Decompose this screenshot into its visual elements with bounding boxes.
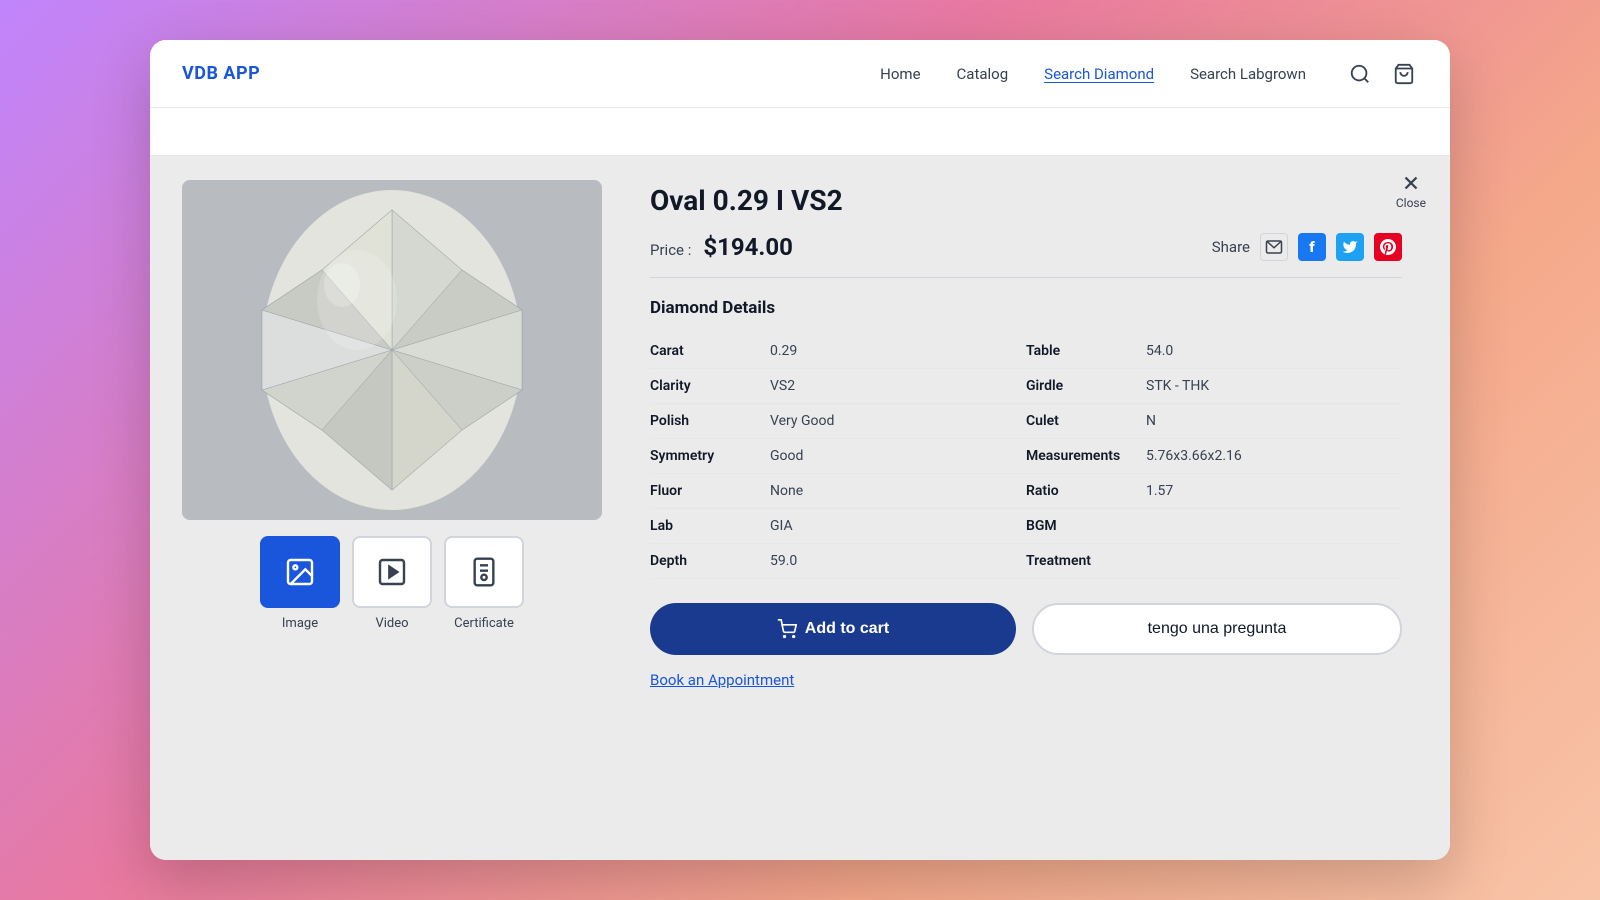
close-label: Close <box>1396 196 1426 210</box>
detail-symmetry: Symmetry Good <box>650 439 1026 474</box>
share-twitter-icon[interactable] <box>1336 233 1364 261</box>
detail-ratio-value: 1.57 <box>1146 483 1173 499</box>
tab-certificate[interactable]: Certificate <box>444 536 524 631</box>
detail-depth-label: Depth <box>650 553 770 569</box>
detail-fluor-value: None <box>770 483 803 499</box>
left-panel: Image Video <box>182 180 602 836</box>
nav-search-diamond[interactable]: Search Diamond <box>1044 65 1154 83</box>
detail-girdle: Girdle STK - THK <box>1026 369 1402 404</box>
detail-symmetry-label: Symmetry <box>650 448 770 464</box>
tab-certificate-btn[interactable] <box>444 536 524 608</box>
detail-polish: Polish Very Good <box>650 404 1026 439</box>
share-label: Share <box>1212 238 1250 256</box>
detail-measurements: Measurements 5.76x3.66x2.16 <box>1026 439 1402 474</box>
sub-header <box>150 108 1450 156</box>
tab-image-btn[interactable] <box>260 536 340 608</box>
detail-fluor: Fluor None <box>650 474 1026 509</box>
nav-home[interactable]: Home <box>880 65 920 83</box>
search-icon[interactable] <box>1346 60 1374 88</box>
product-content: Image Video <box>150 156 1450 860</box>
detail-polish-label: Polish <box>650 413 770 429</box>
share-facebook-icon[interactable]: f <box>1298 233 1326 261</box>
diamond-details-section: Diamond Details Carat 0.29 Clarity VS2 <box>650 298 1402 579</box>
price-value: $194.00 <box>703 233 793 261</box>
detail-girdle-value: STK - THK <box>1146 378 1209 394</box>
detail-girdle-label: Girdle <box>1026 378 1146 394</box>
detail-ratio-label: Ratio <box>1026 483 1146 499</box>
detail-table-value: 54.0 <box>1146 343 1173 359</box>
tab-video[interactable]: Video <box>352 536 432 631</box>
tab-video-label: Video <box>375 616 408 631</box>
detail-measurements-label: Measurements <box>1026 448 1146 464</box>
share-area: Share f <box>1212 233 1402 261</box>
detail-culet-value: N <box>1146 413 1156 429</box>
diamond-image-svg <box>182 180 602 520</box>
diamond-title: Oval 0.29 I VS2 <box>650 184 1402 217</box>
detail-treatment-label: Treatment <box>1026 553 1146 569</box>
detail-lab-value: GIA <box>770 518 793 534</box>
detail-culet-label: Culet <box>1026 413 1146 429</box>
appointment-link[interactable]: Book an Appointment <box>650 671 794 689</box>
detail-measurements-value: 5.76x3.66x2.16 <box>1146 448 1242 464</box>
share-email-icon[interactable] <box>1260 233 1288 261</box>
detail-clarity-label: Clarity <box>650 378 770 394</box>
detail-table-label: Table <box>1026 343 1146 359</box>
price-share-row: Price : $194.00 Share f <box>650 233 1402 278</box>
detail-treatment: Treatment <box>1026 544 1402 579</box>
detail-depth-value: 59.0 <box>770 553 797 569</box>
navigation: Home Catalog Search Diamond Search Labgr… <box>880 65 1306 83</box>
add-to-cart-button[interactable]: Add to cart <box>650 603 1016 655</box>
detail-carat-value: 0.29 <box>770 343 797 359</box>
details-grid: Carat 0.29 Clarity VS2 Polish Very Good <box>650 334 1402 579</box>
detail-depth: Depth 59.0 <box>650 544 1026 579</box>
detail-bgm: BGM <box>1026 509 1402 544</box>
detail-lab-label: Lab <box>650 518 770 534</box>
detail-table: Table 54.0 <box>1026 334 1402 369</box>
details-title: Diamond Details <box>650 298 1402 318</box>
main-content: Close <box>150 156 1450 860</box>
detail-culet: Culet N <box>1026 404 1402 439</box>
action-row: Add to cart tengo una pregunta <box>650 603 1402 655</box>
detail-fluor-label: Fluor <box>650 483 770 499</box>
detail-clarity-value: VS2 <box>770 378 795 394</box>
detail-ratio: Ratio 1.57 <box>1026 474 1402 509</box>
detail-lab: Lab GIA <box>650 509 1026 544</box>
tab-video-btn[interactable] <box>352 536 432 608</box>
question-label: tengo una pregunta <box>1148 620 1287 637</box>
details-left-column: Carat 0.29 Clarity VS2 Polish Very Good <box>650 334 1026 579</box>
detail-carat-label: Carat <box>650 343 770 359</box>
price-label: Price : <box>650 241 691 259</box>
detail-carat: Carat 0.29 <box>650 334 1026 369</box>
add-to-cart-label: Add to cart <box>805 620 889 638</box>
header-icons <box>1346 60 1418 88</box>
detail-bgm-label: BGM <box>1026 518 1146 534</box>
details-right-column: Table 54.0 Girdle STK - THK Culet N <box>1026 334 1402 579</box>
share-pinterest-icon[interactable] <box>1374 233 1402 261</box>
detail-symmetry-value: Good <box>770 448 803 464</box>
logo: VDB APP <box>182 63 260 84</box>
media-tabs: Image Video <box>260 536 524 631</box>
close-button[interactable]: Close <box>1396 172 1426 210</box>
tab-image[interactable]: Image <box>260 536 340 631</box>
nav-catalog[interactable]: Catalog <box>957 65 1009 83</box>
price-area: Price : $194.00 <box>650 233 793 261</box>
tab-certificate-label: Certificate <box>454 616 514 631</box>
right-panel: Oval 0.29 I VS2 Price : $194.00 Share <box>650 180 1418 836</box>
detail-clarity: Clarity VS2 <box>650 369 1026 404</box>
diamond-image <box>182 180 602 520</box>
tab-image-label: Image <box>282 616 318 631</box>
detail-polish-value: Very Good <box>770 413 834 429</box>
question-button[interactable]: tengo una pregunta <box>1032 603 1402 655</box>
header: VDB APP Home Catalog Search Diamond Sear… <box>150 40 1450 108</box>
cart-icon[interactable] <box>1390 60 1418 88</box>
nav-search-labgrown[interactable]: Search Labgrown <box>1190 65 1306 83</box>
